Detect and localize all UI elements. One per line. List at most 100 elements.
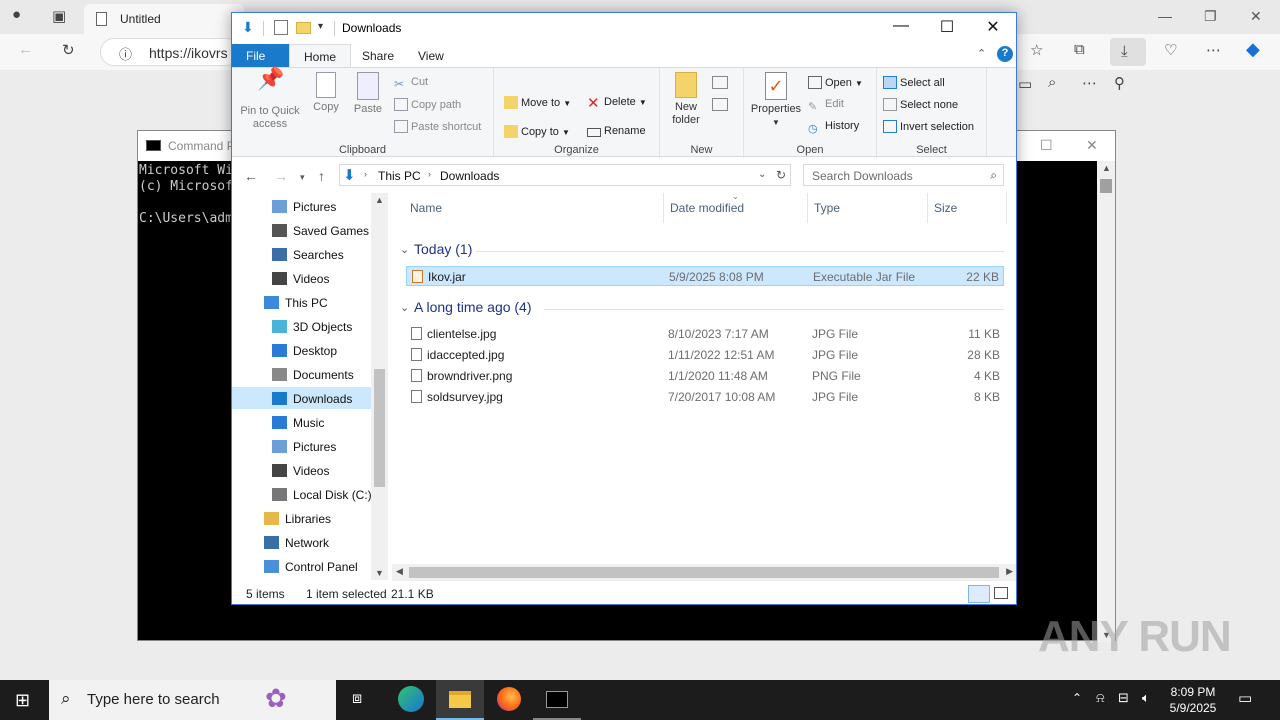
recent-locations-chevron-icon[interactable]: ▾ xyxy=(300,172,305,183)
taskbar-edge[interactable] xyxy=(387,680,435,720)
group-header[interactable]: Today (1) xyxy=(414,241,472,257)
breadcrumb-this-pc[interactable]: This PC xyxy=(378,169,421,183)
copilot-icon[interactable]: ◆ xyxy=(1246,39,1260,60)
browser-essentials-icon[interactable]: ♡ xyxy=(1164,41,1177,59)
nav-item[interactable]: Control Panel xyxy=(232,555,371,577)
nav-item[interactable]: Videos xyxy=(232,267,371,289)
column-date-modified[interactable]: Date modified xyxy=(670,201,744,215)
properties-icon[interactable] xyxy=(274,20,288,35)
tab-share[interactable]: Share xyxy=(348,44,408,67)
group-header[interactable]: A long time ago (4) xyxy=(414,299,532,315)
hscroll-thumb[interactable] xyxy=(409,567,999,578)
customize-toolbar-chevron-icon[interactable]: ▾ xyxy=(318,21,323,32)
more-icon[interactable]: ⋯ xyxy=(1206,41,1221,59)
file-row[interactable]: soldsurvey.jpg 7/20/2017 10:08 AM JPG File… xyxy=(406,387,1004,407)
browser-tab[interactable]: Untitled xyxy=(84,4,244,34)
edit-button[interactable]: ✎ Edit xyxy=(808,98,844,113)
up-icon[interactable]: ↑ xyxy=(318,168,325,184)
group-collapse-chevron-icon[interactable]: ⌄ xyxy=(400,243,409,256)
file-row[interactable]: browndriver.png 1/1/2020 11:48 AM PNG File… xyxy=(406,366,1004,386)
cut-button[interactable]: ✂ Cut xyxy=(394,76,428,91)
tab-view[interactable]: View xyxy=(404,44,458,67)
search-input[interactable]: Search Downloads ⌕ xyxy=(803,164,1004,186)
column-size[interactable]: Size xyxy=(934,201,957,215)
delete-button[interactable]: ✕ Delete ▼ xyxy=(587,94,647,112)
history-button[interactable]: ◷ History xyxy=(808,120,859,135)
taskbar-file-explorer[interactable] xyxy=(436,680,484,720)
cmd-maximize-button[interactable]: ☐ xyxy=(1040,137,1053,154)
pin-to-quick-access-button[interactable]: 📌 Pin to Quick access xyxy=(238,68,302,131)
back-icon[interactable]: ← xyxy=(244,168,258,184)
group-collapse-chevron-icon[interactable]: ⌄ xyxy=(400,301,409,314)
tab-home[interactable]: Home xyxy=(289,44,352,67)
info-icon[interactable]: ⓘ xyxy=(119,44,132,63)
address-bar[interactable]: ⬇ › This PC › Downloads ⌄ ↻ xyxy=(339,164,791,186)
file-explorer-window[interactable]: ⬇ ▾ Downloads — ☐ ✕ File Home Share View… xyxy=(231,12,1017,605)
show-hidden-icons-chevron-icon[interactable]: ⌃ xyxy=(1072,691,1082,705)
scroll-up-icon[interactable]: ▲ xyxy=(375,195,384,205)
help-icon[interactable]: ? xyxy=(997,46,1013,62)
nav-item[interactable]: Documents xyxy=(232,363,371,385)
copy-to-button[interactable]: Copy to ▼ xyxy=(504,125,570,138)
open-button[interactable]: Open ▼ xyxy=(808,76,863,89)
more-icon[interactable]: ⋯ xyxy=(1082,74,1097,92)
nav-item[interactable]: Desktop xyxy=(232,339,371,361)
large-icons-view-icon[interactable] xyxy=(994,587,1008,599)
taskbar-command-prompt[interactable] xyxy=(533,680,581,720)
new-folder-icon[interactable] xyxy=(296,22,311,34)
windows-start-icon[interactable]: ⊞ xyxy=(15,690,30,711)
address-history-chevron-icon[interactable]: ⌄ xyxy=(758,169,766,180)
properties-button[interactable]: ✓ Properties ▼ xyxy=(748,72,804,129)
nav-scroll-thumb[interactable] xyxy=(374,369,385,487)
notifications-icon[interactable]: ▭ xyxy=(1238,689,1252,707)
navigation-pane-scrollbar[interactable]: ▲ ▼ xyxy=(371,193,388,580)
new-folder-button[interactable]: New folder xyxy=(664,72,708,127)
nav-item[interactable]: Music xyxy=(232,411,371,433)
copy-button[interactable]: Copy xyxy=(306,72,346,114)
nav-item[interactable]: This PC xyxy=(232,291,371,313)
rename-button[interactable]: Rename xyxy=(587,125,646,137)
column-divider[interactable] xyxy=(1006,193,1007,223)
forward-icon[interactable]: → xyxy=(274,168,288,184)
file-row[interactable]: clientelse.jpg 8/10/2023 7:17 AM JPG File 1… xyxy=(406,324,1004,344)
nav-item[interactable]: Network xyxy=(232,531,371,553)
scroll-right-icon[interactable]: ▶ xyxy=(1006,566,1013,577)
maximize-button[interactable]: ☐ xyxy=(924,17,970,37)
nav-item[interactable]: Searches xyxy=(232,243,371,265)
cmd-close-button[interactable]: ✕ xyxy=(1086,137,1098,154)
column-type[interactable]: Type xyxy=(814,201,840,215)
cmd-scrollbar[interactable]: ▲ ▼ xyxy=(1097,161,1115,642)
minimize-button[interactable]: — xyxy=(878,17,924,35)
tab-file[interactable]: File xyxy=(232,44,289,67)
close-button[interactable]: ✕ xyxy=(970,17,1016,37)
downloads-icon[interactable]: ⤓ xyxy=(1110,38,1146,66)
paste-button[interactable]: Paste xyxy=(348,72,388,116)
move-to-button[interactable]: Move to ▼ xyxy=(504,96,571,109)
folder-icon[interactable]: ▭ xyxy=(1018,75,1032,93)
column-divider[interactable] xyxy=(663,193,664,223)
nav-item[interactable]: Downloads xyxy=(232,387,371,409)
new-item-icon[interactable] xyxy=(712,76,728,89)
column-divider[interactable] xyxy=(807,193,808,223)
browser-address-bar[interactable]: ⓘ https://ikovrs xyxy=(100,38,240,66)
easy-access-icon[interactable] xyxy=(712,98,728,111)
tab-actions-icon[interactable]: ▣ xyxy=(52,7,66,25)
nav-item[interactable]: Pictures xyxy=(232,435,371,457)
browser-minimize-button[interactable]: — xyxy=(1158,8,1172,24)
usb-device-icon[interactable]: ⍾ xyxy=(1096,690,1105,706)
scroll-up-icon[interactable]: ▲ xyxy=(1102,163,1111,173)
profile-icon[interactable]: ● xyxy=(12,6,21,23)
select-all-button[interactable]: Select all xyxy=(883,76,945,89)
search-icon[interactable]: ⌕ xyxy=(1048,74,1056,91)
pin-icon[interactable]: ⚲ xyxy=(1114,74,1125,92)
taskbar-clock[interactable]: 8:09 PM 5/9/2025 xyxy=(1164,684,1222,716)
file-row[interactable]: idaccepted.jpg 1/11/2022 12:51 AM JPG File… xyxy=(406,345,1004,365)
scroll-left-icon[interactable]: ◀ xyxy=(396,566,403,577)
file-row[interactable]: Ikov.jar 5/9/2025 8:08 PM Executable Jar F… xyxy=(406,266,1004,286)
paste-shortcut-button[interactable]: Paste shortcut xyxy=(394,120,481,133)
volume-icon[interactable]: 🔈︎ xyxy=(1142,690,1150,706)
breadcrumb-downloads[interactable]: Downloads xyxy=(440,169,499,183)
taskbar-search-input[interactable]: ⌕ Type here to search ✿ xyxy=(49,680,336,720)
collections-icon[interactable]: ⧉ xyxy=(1074,41,1085,58)
favorites-icon[interactable]: ☆ xyxy=(1030,41,1043,59)
